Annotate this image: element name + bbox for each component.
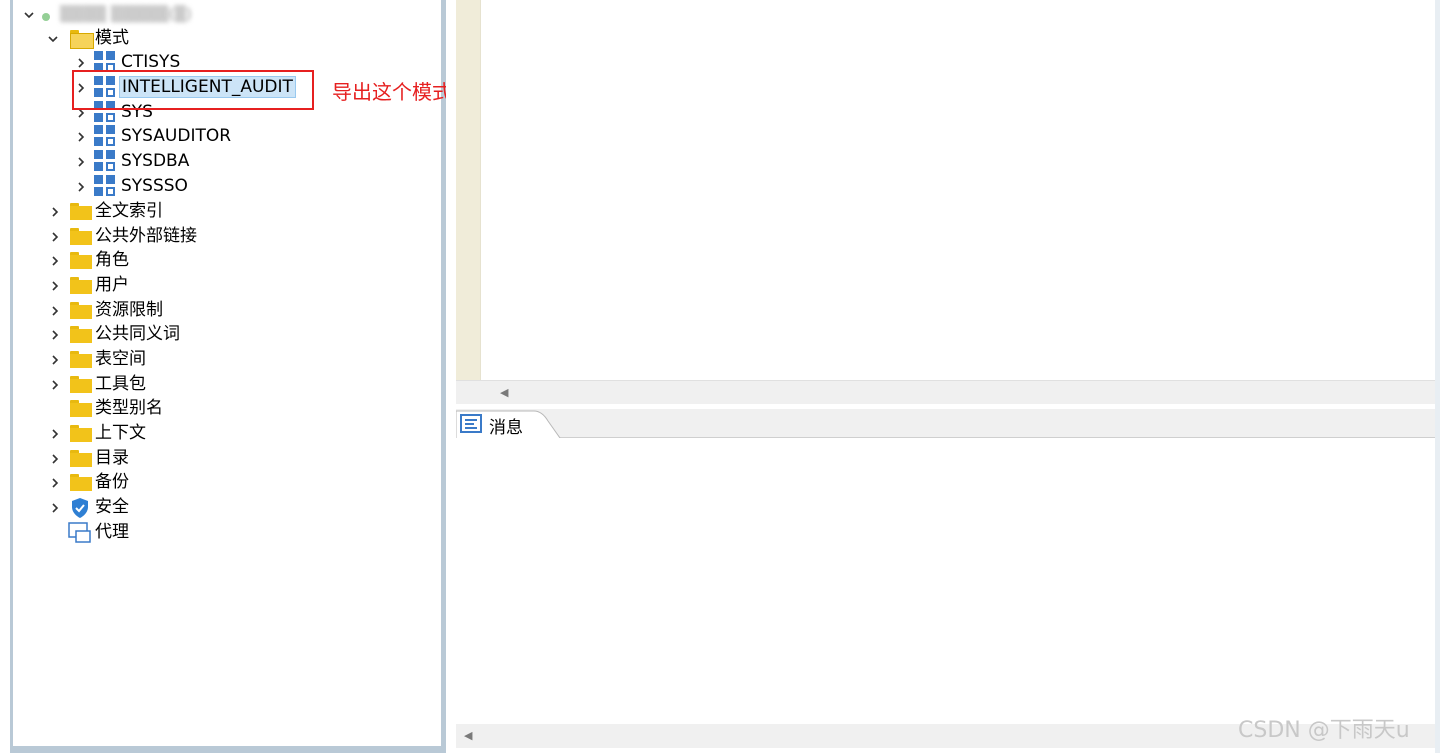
chevron-right-icon[interactable] [48,353,62,367]
annotation-text: 导出这个模式 [332,80,452,104]
folder-icon [70,277,92,294]
tree-item-label: 安全 [95,497,129,517]
chevron-right-icon[interactable] [48,279,62,293]
chevron-right-icon[interactable] [48,452,62,466]
tree-item-label: SYSAUDITOR [121,126,232,146]
folder-icon [70,228,92,245]
folder-icon [70,425,92,442]
chevron-right-icon[interactable] [48,205,62,219]
sql-editor[interactable] [492,0,1436,380]
chevron-right-icon[interactable] [48,230,62,244]
shield-check-icon [72,498,88,518]
tree-item-label: CTISYS [121,52,181,72]
folder-icon [70,450,92,467]
tree-item-label: 模式 [95,28,129,48]
chevron-right-icon[interactable] [48,378,62,392]
tree-item-label: 上下文 [95,423,146,443]
tree-item-label: 全文索引 [95,201,163,221]
panel-border-left [10,0,13,753]
tab-messages[interactable]: 消息 [456,409,562,438]
message-tab-strip: 消息 [456,409,1436,438]
tree-item-label: 公共外部链接 [95,226,197,246]
panel-border-bottom [10,746,446,753]
watermark: CSDN @下雨天u [1238,718,1410,743]
chevron-right-icon[interactable] [48,476,62,490]
folder-icon [70,474,92,491]
folder-open-icon [70,30,94,49]
scroll-left-icon[interactable]: ◀ [464,729,472,742]
chevron-right-icon[interactable] [48,304,62,318]
folder-icon [70,203,92,220]
app-window: ▒▒▒▒ ▒▒▒▒▒(▒) 模式 CTISYS INTELLIGENT_AUDI… [0,0,1440,753]
tree-item-label: 表空间 [95,349,146,369]
editor-horizontal-scrollbar[interactable]: ◀ [456,380,1436,404]
tree-item-label: 工具包 [95,374,146,394]
tab-label: 消息 [489,418,523,438]
tree-item-label: 类型别名 [95,398,163,418]
tree-item-label: 角色 [95,250,129,270]
chevron-right-icon[interactable] [48,328,62,342]
chevron-down-icon[interactable] [22,8,36,22]
chevron-right-icon[interactable] [48,254,62,268]
tree-item-label: SYSSSO [121,176,188,196]
editor-line-gutter [456,0,480,380]
window-right-edge [1435,0,1440,753]
message-icon [460,414,482,433]
chevron-right-icon[interactable] [74,155,88,169]
folder-icon [70,400,92,417]
proxy-icon [68,522,91,543]
chevron-right-icon[interactable] [48,501,62,515]
chevron-down-icon[interactable] [46,32,60,46]
object-tree-panel[interactable]: ▒▒▒▒ ▒▒▒▒▒(▒) 模式 CTISYS INTELLIGENT_AUDI… [0,0,452,753]
folder-icon [70,376,92,393]
chevron-right-icon[interactable] [74,56,88,70]
tree-item-label: 资源限制 [95,300,163,320]
tree-item-label: 目录 [95,448,129,468]
folder-icon [70,302,92,319]
tree-item-label: 备份 [95,472,129,492]
connection-status-icon [42,13,50,21]
schema-icon [94,150,116,172]
folder-icon [70,252,92,269]
connection-label: ▒▒▒▒ ▒▒▒▒▒(▒) [60,5,192,23]
chevron-right-icon[interactable] [74,130,88,144]
annotation-highlight-box [72,70,314,110]
schema-icon [94,125,116,147]
panel-splitter[interactable] [446,0,456,753]
chevron-right-icon[interactable] [74,180,88,194]
tree-item-label: 用户 [95,275,129,295]
tree-item-label: SYSDBA [121,151,190,171]
chevron-right-icon[interactable] [48,427,62,441]
editor-fold-margin [480,0,492,380]
tree-item-label: 公共同义词 [95,324,180,344]
schema-icon [94,175,116,197]
message-output-area[interactable] [456,438,1436,724]
scroll-left-icon[interactable]: ◀ [500,386,508,399]
folder-icon [70,326,92,343]
folder-icon [70,351,92,368]
tree-item-label: 代理 [95,522,129,542]
